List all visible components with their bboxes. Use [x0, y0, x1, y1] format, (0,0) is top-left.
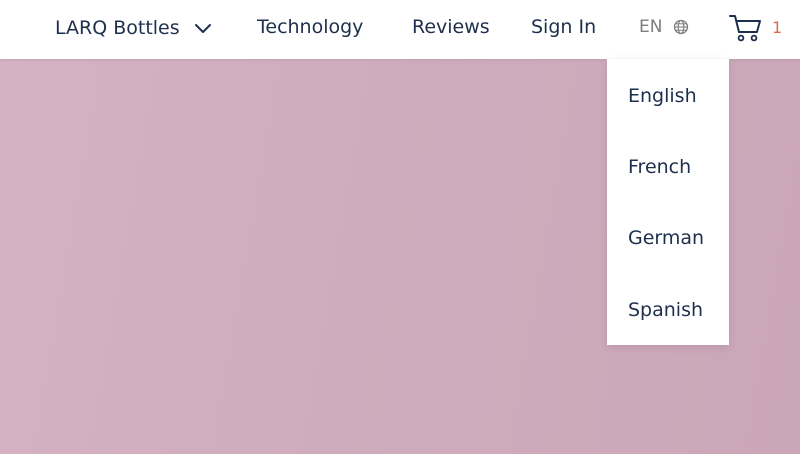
language-dropdown-menu: English French German Spanish — [607, 59, 729, 345]
language-selector[interactable]: EN — [639, 14, 689, 40]
top-navigation: LARQ Bottles Technology Reviews Sign In … — [0, 0, 800, 59]
nav-larq-bottles[interactable]: LARQ Bottles — [55, 14, 212, 40]
language-option-french[interactable]: French — [628, 154, 691, 180]
language-code: EN — [639, 17, 663, 37]
nav-larq-bottles-label: LARQ Bottles — [55, 16, 180, 39]
language-option-german[interactable]: German — [628, 225, 704, 251]
language-option-english[interactable]: English — [628, 83, 697, 109]
chevron-down-icon — [194, 23, 211, 33]
nav-reviews[interactable]: Reviews — [412, 14, 490, 40]
nav-technology[interactable]: Technology — [257, 14, 363, 40]
globe-icon — [673, 19, 689, 35]
cart-count-badge: 1 — [772, 18, 783, 37]
language-option-spanish[interactable]: Spanish — [628, 297, 703, 323]
nav-sign-in[interactable]: Sign In — [531, 14, 596, 40]
cart-icon — [729, 15, 761, 42]
